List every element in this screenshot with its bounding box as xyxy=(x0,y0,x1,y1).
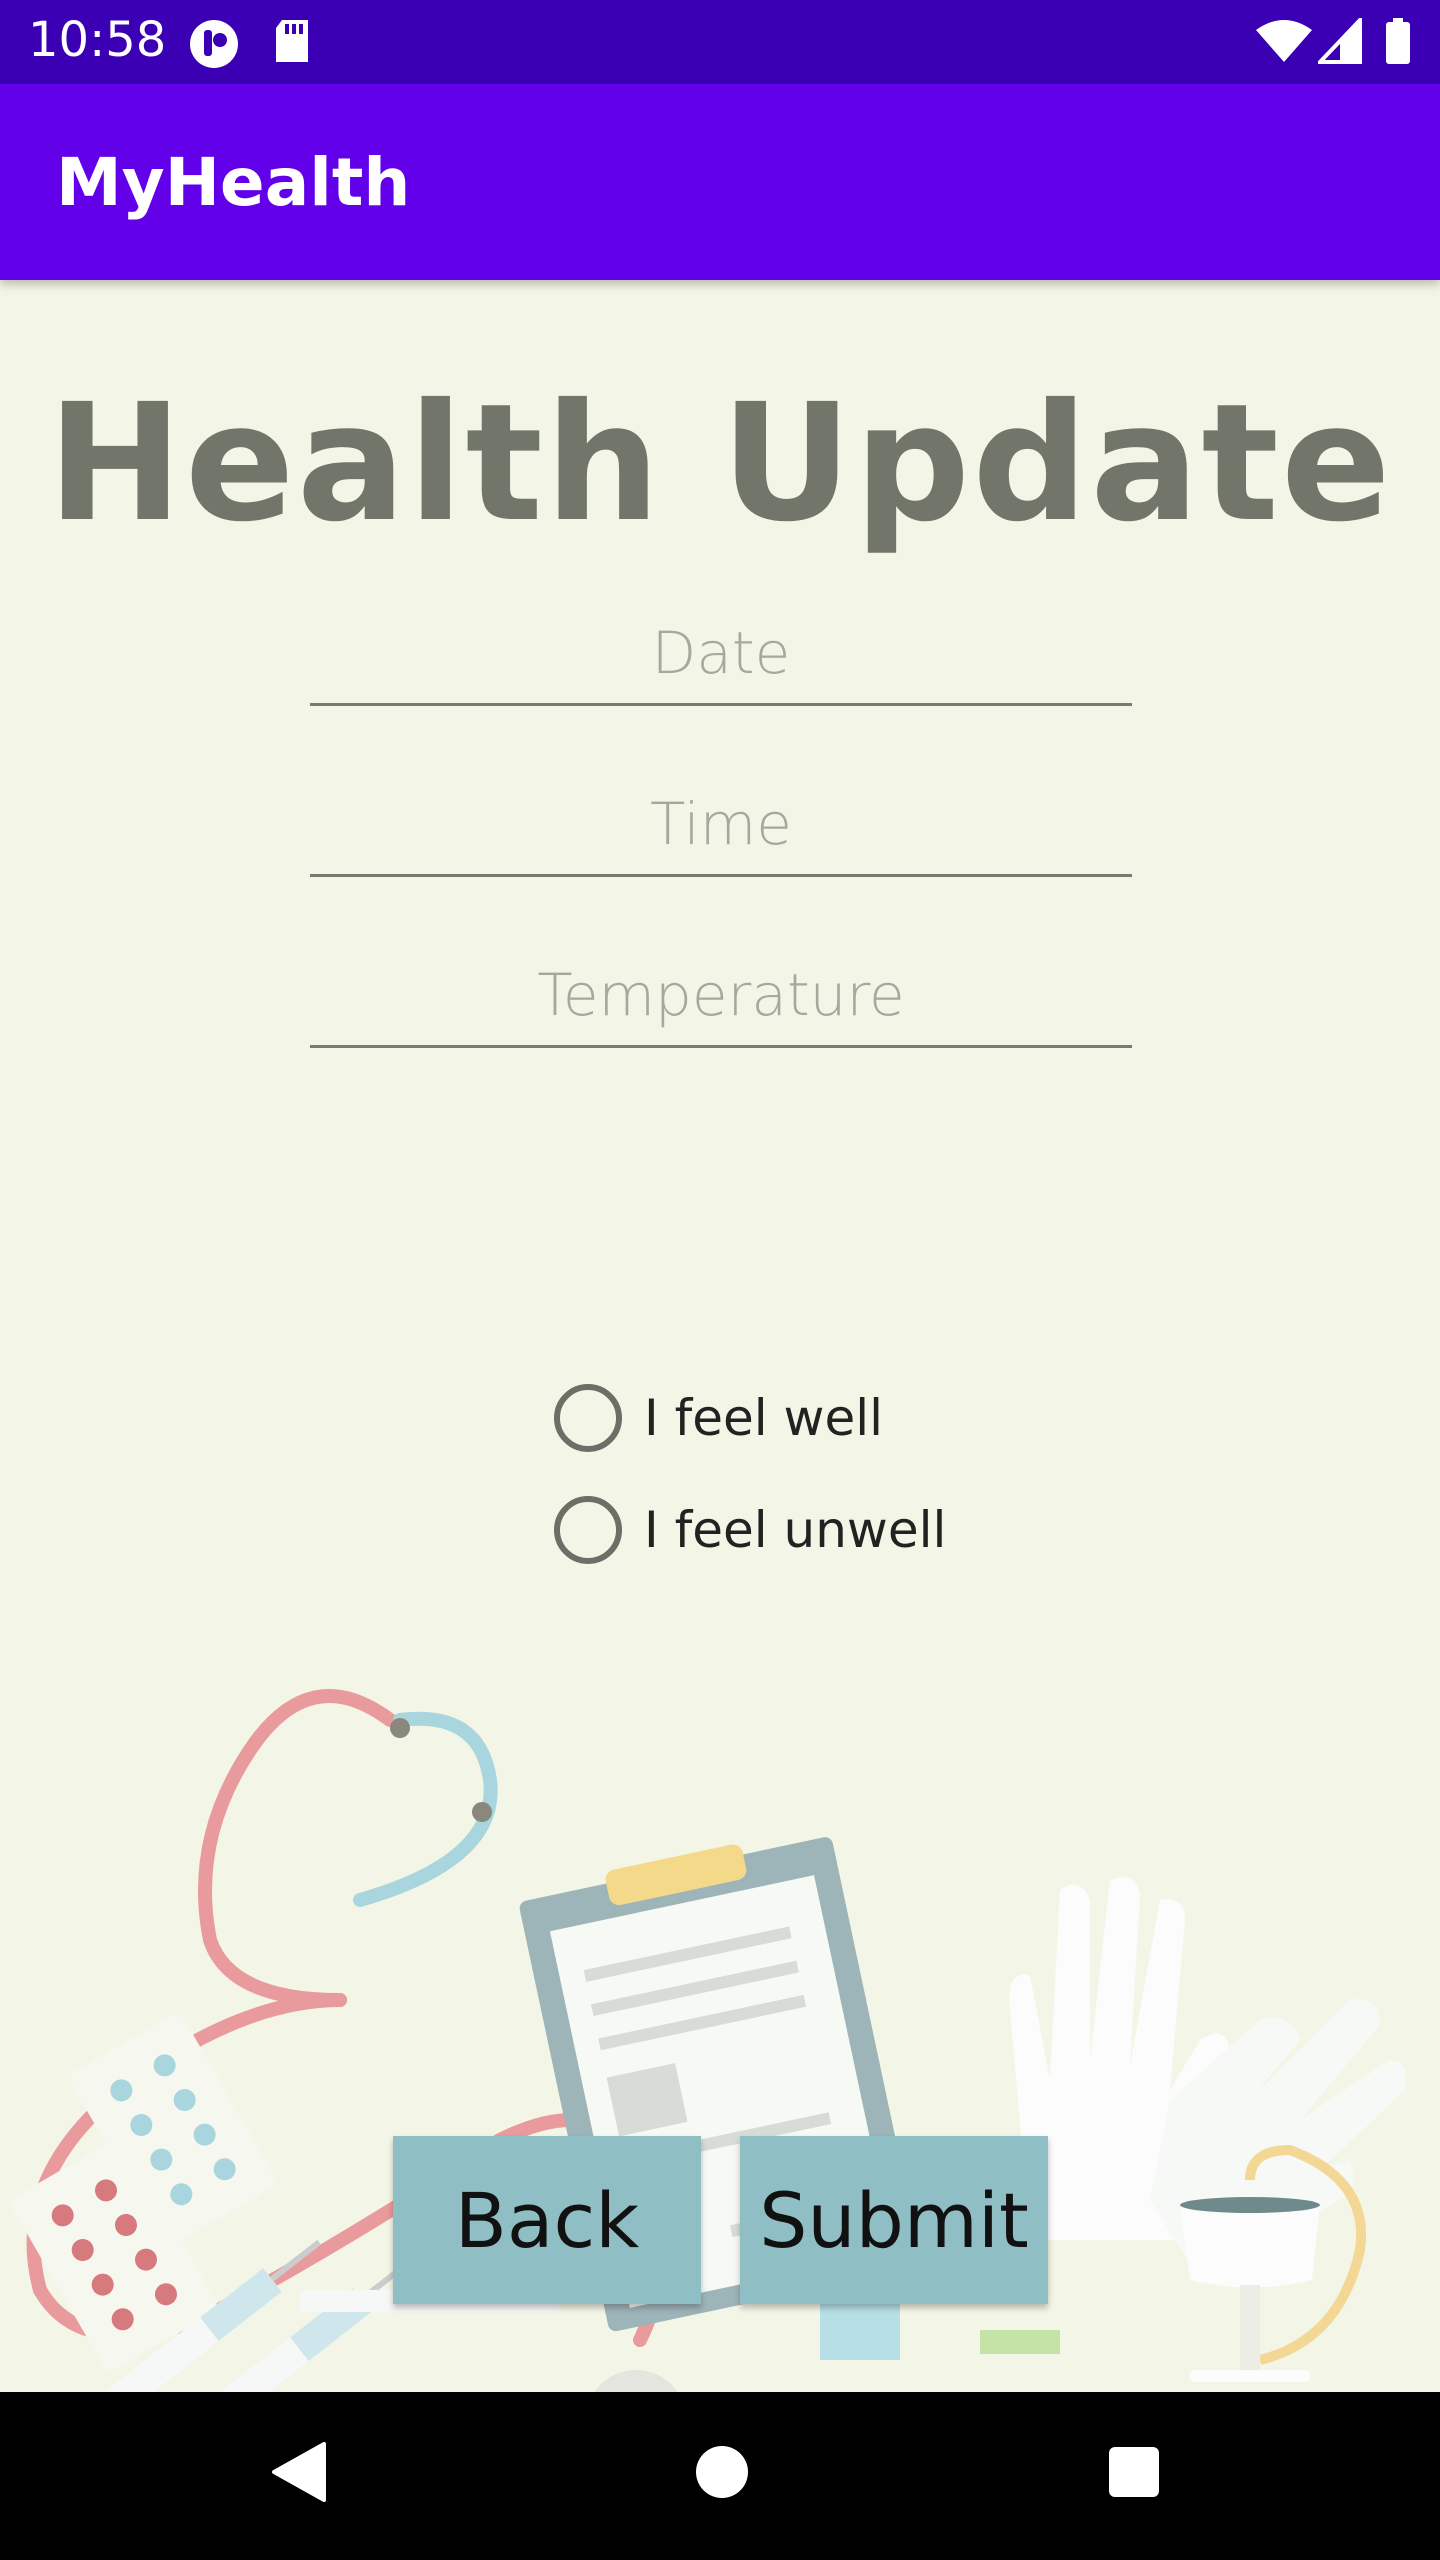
radio-circle-icon[interactable] xyxy=(554,1384,622,1452)
medical-background-illustration xyxy=(11,1689,1406,2392)
health-update-form: Health Update I feel well I feel unwell … xyxy=(0,280,1440,2392)
notification-app-icon xyxy=(188,18,240,74)
home-circle-icon[interactable] xyxy=(694,2440,750,2508)
page-title: Health Update xyxy=(47,370,1393,558)
status-bar: 10:58 xyxy=(0,0,1440,84)
stethoscope-tube-blue xyxy=(353,1711,498,1907)
recents-square-icon[interactable] xyxy=(1106,2440,1162,2508)
app-title: MyHealth xyxy=(56,144,411,221)
stethoscope-chest-piece xyxy=(594,2370,678,2392)
cellular-signal-icon xyxy=(1315,15,1362,68)
battery-icon xyxy=(1384,18,1412,68)
radio-feel-unwell[interactable]: I feel unwell xyxy=(554,1490,946,1570)
stethoscope-tube-upper xyxy=(198,1689,397,2007)
status-time: 10:58 xyxy=(28,12,167,68)
radio-circle-icon[interactable] xyxy=(554,1496,622,1564)
back-button[interactable]: Back xyxy=(393,2136,701,2304)
submit-button[interactable]: Submit xyxy=(740,2136,1048,2304)
vial-green xyxy=(980,2330,1060,2354)
temperature-input[interactable] xyxy=(310,944,1132,1048)
system-navigation-bar xyxy=(0,2392,1440,2560)
stethoscope-earpiece xyxy=(390,1718,410,1738)
sd-card-icon xyxy=(272,18,312,70)
vial-blue xyxy=(820,2300,900,2360)
time-input[interactable] xyxy=(310,773,1132,877)
phone-screen: 10:58 MyHealth Health Update Date Time T… xyxy=(0,0,1440,2560)
wifi-icon xyxy=(1254,18,1314,68)
radio-feel-well[interactable]: I feel well xyxy=(554,1378,883,1458)
app-bar: MyHealth xyxy=(0,84,1440,280)
back-triangle-icon[interactable] xyxy=(270,2440,330,2508)
stethoscope-earpiece xyxy=(472,1802,492,1822)
radio-feel-well-label: I feel well xyxy=(644,1389,883,1447)
date-input[interactable] xyxy=(310,602,1132,706)
radio-feel-unwell-label: I feel unwell xyxy=(644,1501,947,1559)
